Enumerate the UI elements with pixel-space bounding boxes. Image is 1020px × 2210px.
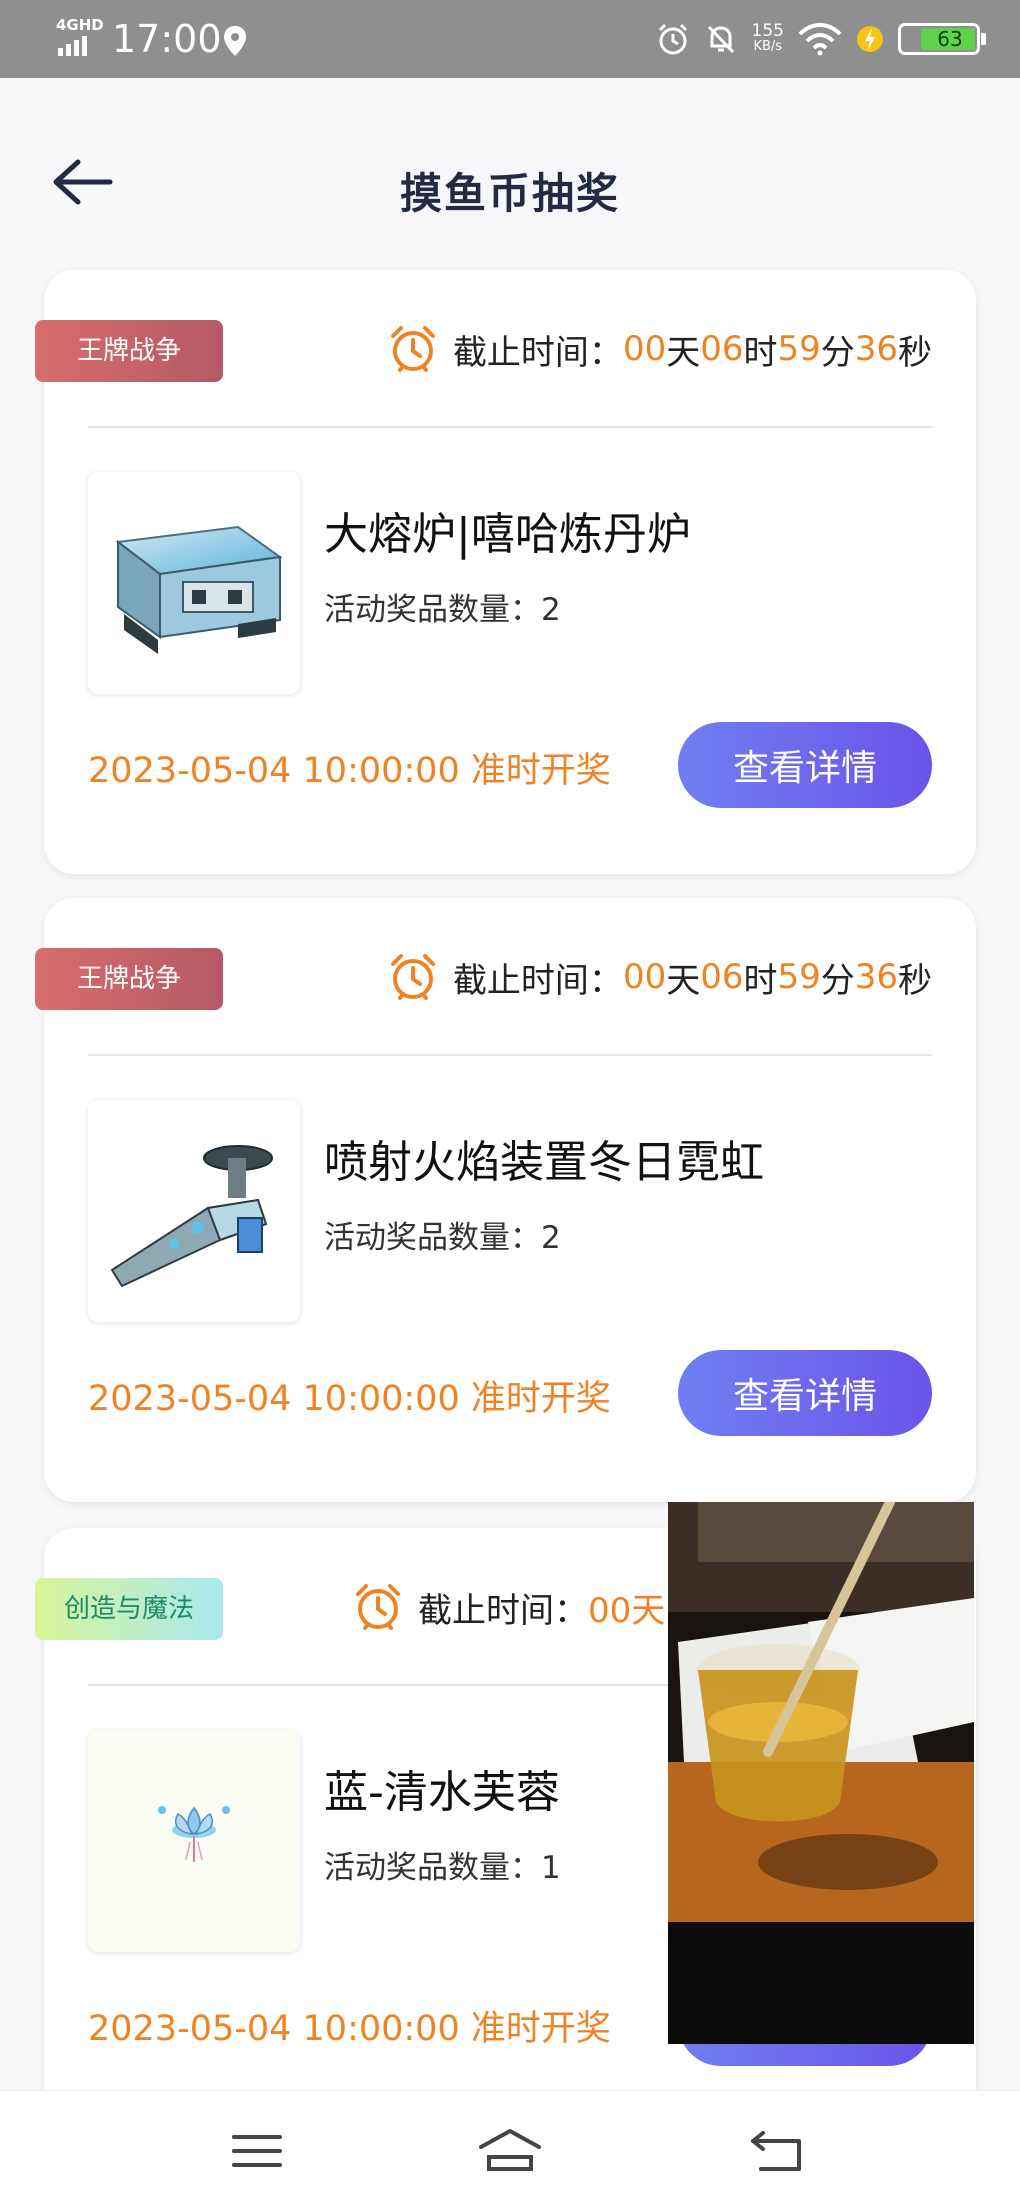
second-unit: 秒 (898, 960, 932, 1001)
day-unit: 天 (666, 332, 701, 373)
page-title: 摸鱼币抽奖 (399, 169, 620, 218)
game-tag: 王牌战争 (35, 320, 223, 382)
prize-count: 活动奖品数量：2 (324, 1220, 561, 1256)
deadline-countdown: 截止时间： 00天 (352, 1576, 665, 1638)
prize-name: 蓝-清水芙蓉 (324, 1767, 560, 1818)
countdown-minutes: 59 (777, 329, 821, 369)
home-icon[interactable] (475, 2121, 545, 2181)
menu-icon[interactable] (222, 2121, 292, 2181)
game-tag: 创造与魔法 (35, 1578, 223, 1640)
countdown-hours: 06 (700, 957, 744, 997)
countdown-seconds: 36 (854, 329, 898, 369)
view-details-button[interactable]: 查看详情 (678, 1350, 932, 1436)
back-icon[interactable] (743, 2121, 813, 2181)
signal-icon: 4GHD (56, 16, 106, 56)
countdown-days: 00 (622, 957, 667, 997)
countdown-hours: 06 (700, 329, 744, 369)
deadline-countdown: 截止时间： 00 天 06 时 59 分 36 秒 (387, 946, 932, 1008)
network-type: 4GHD (56, 16, 104, 34)
draw-time: 2023-05-04 10:00:00 准时开奖 (88, 751, 611, 791)
alarm-icon (658, 23, 687, 55)
lottery-card[interactable]: 王牌战争 截止时间： 00 天 06 时 59 分 36 秒 喷射火焰装置冬日霓… (35, 898, 976, 1502)
countdown-days: 00天 (588, 1590, 666, 1631)
lottery-card[interactable]: 王牌战争 截止时间： 00 天 06 时 59 分 36 秒 大熔炉|嘻哈炼丹炉… (35, 270, 976, 874)
system-nav-bar (0, 2090, 1020, 2210)
countdown-days: 00 (622, 329, 667, 369)
alarm-clock-icon (390, 954, 435, 1000)
divider (88, 1054, 932, 1056)
draw-time: 2023-05-04 10:00:00 准时开奖 (88, 1379, 611, 1419)
deadline-label: 截止时间： (418, 1590, 588, 1631)
page-header: 摸鱼币抽奖 (0, 78, 1020, 258)
prize-count: 活动奖品数量：2 (324, 592, 561, 628)
prize-count: 活动奖品数量：1 (324, 1850, 561, 1886)
divider (88, 426, 932, 428)
status-bar: 4GHD 17:00 155 KB/s 63 (0, 0, 1020, 78)
minute-unit: 分 (820, 960, 855, 1001)
clock-time: 17:00 (112, 17, 222, 61)
countdown-seconds: 36 (854, 957, 898, 997)
second-unit: 秒 (898, 332, 932, 373)
hour-unit: 时 (743, 960, 778, 1001)
draw-time: 2023-05-04 10:00:00 准时开奖 (88, 2009, 611, 2049)
battery-indicator: 63 (898, 23, 986, 55)
alarm-clock-icon (356, 1584, 400, 1630)
deadline-countdown: 截止时间： 00 天 06 时 59 分 36 秒 (387, 318, 932, 380)
day-unit: 天 (666, 960, 701, 1001)
location-icon (224, 26, 246, 56)
mute-bell-icon (707, 25, 734, 54)
alarm-clock-icon (390, 326, 435, 372)
prize-image (88, 472, 300, 694)
countdown-minutes: 59 (777, 957, 821, 997)
deadline-label: 截止时间： (452, 960, 623, 1001)
game-tag: 王牌战争 (35, 948, 223, 1010)
floating-video-window[interactable] (668, 1502, 974, 2044)
prize-name: 大熔炉|嘻哈炼丹炉 (324, 509, 691, 560)
network-speed: 155 KB/s (751, 21, 784, 55)
wifi-icon (798, 23, 842, 56)
prize-image (88, 1100, 300, 1322)
view-details-button[interactable]: 查看详情 (678, 722, 932, 808)
charging-icon (857, 26, 883, 52)
deadline-label: 截止时间： (452, 332, 623, 373)
prize-name: 喷射火焰装置冬日霓虹 (324, 1137, 764, 1188)
prize-image (88, 1730, 300, 1952)
hour-unit: 时 (743, 332, 778, 373)
minute-unit: 分 (820, 332, 855, 373)
